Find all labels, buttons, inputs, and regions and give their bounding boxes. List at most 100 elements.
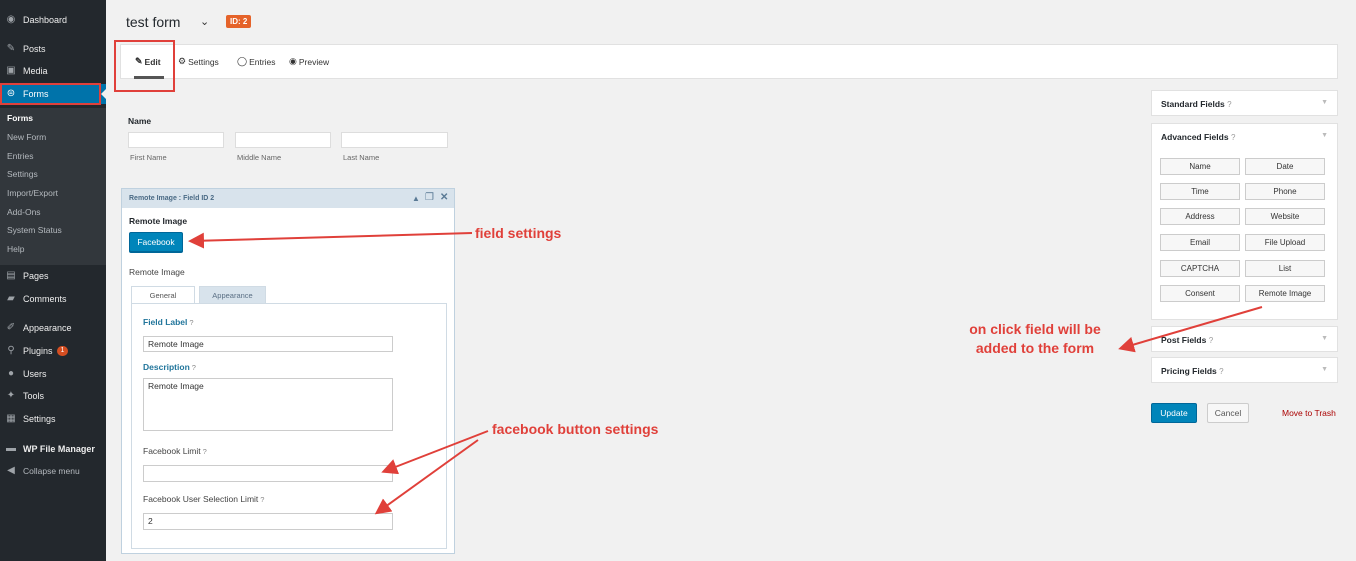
sidebar-item-settings[interactable]: ▦ Settings	[0, 409, 106, 429]
field-label-input[interactable]: Remote Image	[143, 336, 393, 352]
update-button[interactable]: Update	[1151, 403, 1197, 423]
name-field-label: Name	[128, 116, 152, 126]
description-setting: Description?	[143, 362, 196, 372]
tab-preview[interactable]: ◉ Preview	[289, 44, 329, 79]
sidebar-item-tools[interactable]: ✦ Tools	[0, 386, 106, 406]
description-textarea[interactable]: Remote Image	[143, 378, 393, 431]
sidebar-item-label: Posts	[23, 44, 46, 54]
cancel-button[interactable]: Cancel	[1207, 403, 1249, 423]
annotation-field-settings: field settings	[475, 225, 562, 241]
collapse-icon[interactable]: ▲	[412, 194, 420, 203]
last-name-input[interactable]	[341, 132, 448, 148]
facebook-button[interactable]: Facebook	[129, 232, 183, 252]
field-panel-header[interactable]: Remote Image : Field ID 2 ▲ ❐ ✕	[122, 189, 454, 208]
submenu-import-export[interactable]: Import/Export	[7, 188, 58, 198]
delete-icon[interactable]: ✕	[440, 192, 448, 203]
add-date-field-button[interactable]: Date	[1245, 158, 1325, 175]
submenu-settings[interactable]: Settings	[7, 169, 38, 179]
facebook-limit-title: Facebook Limit	[143, 446, 201, 456]
add-address-field-button[interactable]: Address	[1160, 208, 1240, 225]
tab-appearance[interactable]: Appearance	[199, 286, 266, 304]
submenu-add-ons[interactable]: Add-Ons	[7, 207, 41, 217]
chevron-down-icon[interactable]: ▼	[1321, 99, 1328, 106]
add-phone-field-button[interactable]: Phone	[1245, 183, 1325, 200]
chevron-down-icon[interactable]: ▼	[1321, 366, 1328, 373]
description-title: Description	[143, 362, 190, 372]
folder-icon: ▬	[6, 443, 16, 454]
facebook-user-limit-input[interactable]: 2	[143, 513, 393, 530]
add-time-field-button[interactable]: Time	[1160, 183, 1240, 200]
add-file-upload-field-button[interactable]: File Upload	[1245, 234, 1325, 251]
sidebar-item-wp-file-manager[interactable]: ▬ WP File Manager	[0, 439, 106, 459]
annotation-on-click: on click field will be added to the form	[969, 321, 1101, 356]
sidebar-item-comments[interactable]: ▰ Comments	[0, 289, 106, 309]
first-name-input[interactable]	[128, 132, 224, 148]
sidebar-item-users[interactable]: ● Users	[0, 364, 106, 384]
media-icon: ▣	[6, 65, 16, 76]
advanced-fields-title[interactable]: Advanced Fields ?	[1161, 132, 1235, 142]
collapse-icon: ◀	[7, 465, 15, 476]
submenu-system-status[interactable]: System Status	[7, 225, 62, 235]
chevron-down-icon[interactable]: ▼	[1321, 132, 1328, 139]
tab-general[interactable]: General	[131, 286, 195, 304]
tab-entries[interactable]: ◯ Entries	[237, 44, 276, 79]
chevron-down-icon[interactable]: ▼	[1321, 335, 1328, 342]
post-fields-box[interactable]: Post Fields ? ▼	[1151, 326, 1338, 352]
submenu-new-form[interactable]: New Form	[7, 132, 46, 142]
facebook-limit-input[interactable]	[143, 465, 393, 482]
sidebar-item-appearance[interactable]: ✐ Appearance	[0, 318, 106, 338]
sidebar-item-label: Appearance	[23, 323, 72, 333]
move-to-trash-link[interactable]: Move to Trash	[1282, 408, 1336, 418]
submenu-entries[interactable]: Entries	[7, 151, 33, 161]
tab-settings[interactable]: ⚙ Settings	[178, 44, 219, 79]
dashboard-icon: ◉	[6, 14, 16, 25]
users-icon: ●	[7, 368, 15, 379]
pin-icon: ✎	[6, 43, 16, 54]
help-icon[interactable]: ?	[1219, 367, 1223, 376]
add-captcha-field-button[interactable]: CAPTCHA	[1160, 260, 1240, 277]
sidebar-item-label: Dashboard	[23, 15, 68, 25]
entries-icon: ◯	[237, 56, 248, 66]
add-email-field-button[interactable]: Email	[1160, 234, 1240, 251]
help-icon[interactable]: ?	[260, 495, 264, 504]
field-label-setting: Field Label?	[143, 317, 194, 327]
submenu-forms[interactable]: Forms	[7, 113, 33, 123]
sidebar-item-posts[interactable]: ✎ Posts	[0, 39, 106, 59]
edit-tab-highlight-box	[114, 40, 175, 92]
sidebar-item-label: Media	[23, 66, 48, 76]
sidebar-item-label: Plugins	[23, 346, 53, 356]
help-icon[interactable]: ?	[192, 363, 196, 372]
add-remote-image-field-button[interactable]: Remote Image	[1245, 285, 1325, 302]
facebook-user-limit-title: Facebook User Selection Limit	[143, 494, 259, 504]
help-icon[interactable]: ?	[1231, 133, 1235, 142]
sidebar-item-dashboard[interactable]: ◉ Dashboard	[0, 10, 106, 30]
add-name-field-button[interactable]: Name	[1160, 158, 1240, 175]
help-icon[interactable]: ?	[203, 447, 207, 456]
sidebar-item-pages[interactable]: ▤ Pages	[0, 266, 106, 286]
help-icon[interactable]: ?	[1227, 100, 1231, 109]
standard-fields-box[interactable]: Standard Fields ? ▼	[1151, 90, 1338, 116]
chevron-down-icon[interactable]: ⌄	[200, 15, 209, 28]
sidebar-item-media[interactable]: ▣ Media	[0, 61, 106, 81]
middle-name-input[interactable]	[235, 132, 331, 148]
sidebar-item-label: Comments	[23, 294, 67, 304]
field-settings-panel: Remote Image : Field ID 2 ▲ ❐ ✕ Remote I…	[121, 188, 455, 554]
help-icon[interactable]: ?	[189, 318, 193, 327]
field-panel-title: Remote Image : Field ID 2	[129, 195, 215, 202]
help-icon[interactable]: ?	[1209, 336, 1213, 345]
sidebar-item-plugins[interactable]: ⚲ Plugins 1	[0, 341, 106, 361]
tab-entries-label: Entries	[249, 56, 276, 67]
form-title[interactable]: test form	[126, 14, 180, 30]
settings-icon: ▦	[6, 413, 16, 424]
submenu-help[interactable]: Help	[7, 244, 24, 254]
forms-submenu: Forms New Form Entries Settings Import/E…	[0, 108, 106, 265]
facebook-limit-setting: Facebook Limit?	[143, 446, 207, 456]
add-consent-field-button[interactable]: Consent	[1160, 285, 1240, 302]
pricing-fields-box[interactable]: Pricing Fields ? ▼	[1151, 357, 1338, 383]
duplicate-icon[interactable]: ❐	[425, 192, 434, 203]
tools-icon: ✦	[6, 390, 16, 401]
sidebar-item-collapse-menu[interactable]: ◀ Collapse menu	[0, 461, 106, 481]
tab-settings-label: Settings	[188, 56, 219, 67]
add-list-field-button[interactable]: List	[1245, 260, 1325, 277]
add-website-field-button[interactable]: Website	[1245, 208, 1325, 225]
